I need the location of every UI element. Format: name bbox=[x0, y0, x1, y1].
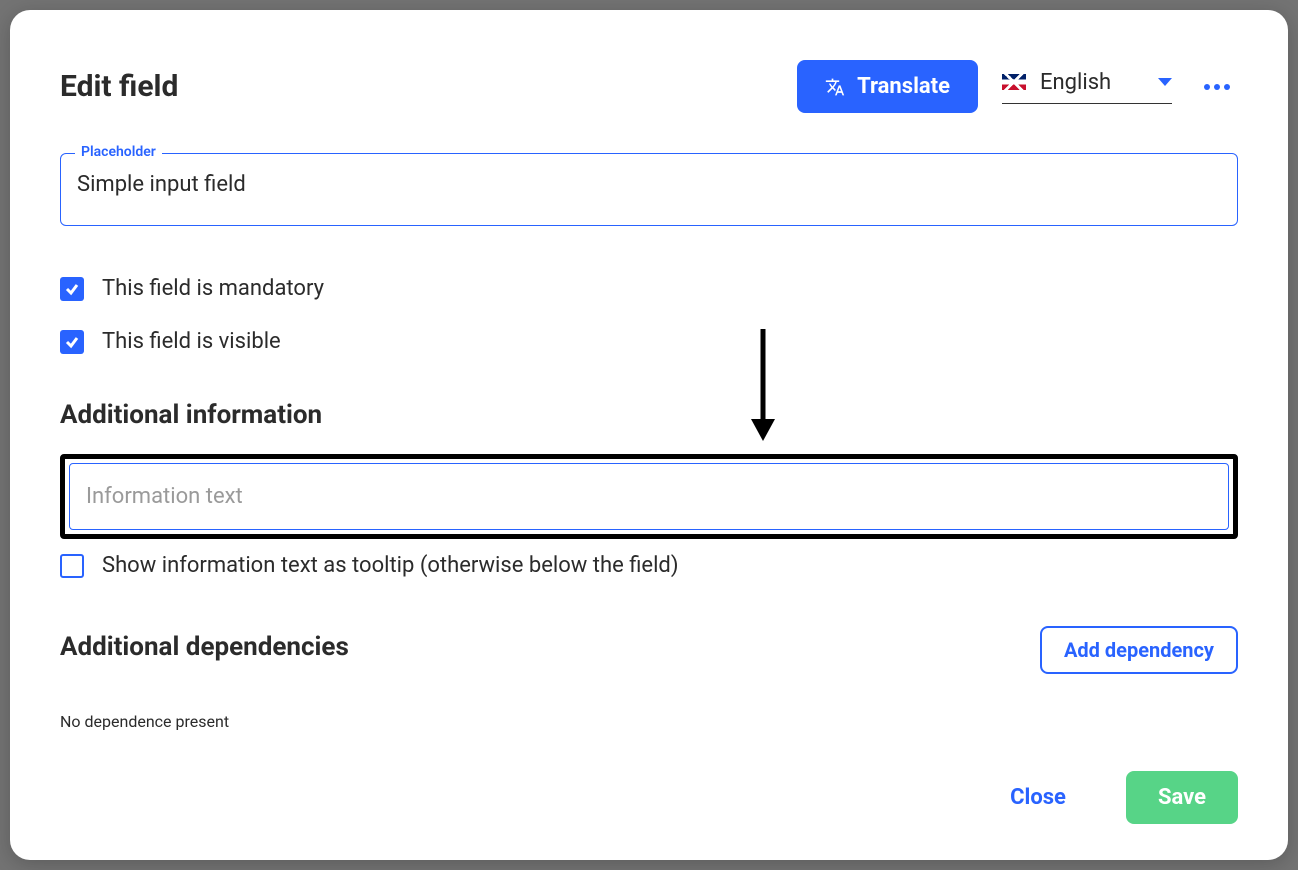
more-menu-button[interactable] bbox=[1196, 76, 1238, 98]
mandatory-label: This field is mandatory bbox=[102, 276, 324, 301]
uk-flag-icon bbox=[1002, 74, 1026, 90]
placeholder-field-wrap: Placeholder bbox=[60, 153, 1238, 226]
translate-button[interactable]: Translate bbox=[797, 60, 978, 113]
information-text-input[interactable] bbox=[69, 463, 1229, 530]
tooltip-label: Show information text as tooltip (otherw… bbox=[102, 553, 679, 578]
tooltip-row: Show information text as tooltip (otherw… bbox=[60, 553, 1238, 578]
check-icon bbox=[64, 281, 80, 297]
add-dependency-button[interactable]: Add dependency bbox=[1040, 626, 1238, 674]
placeholder-input[interactable] bbox=[77, 172, 1221, 197]
info-field-highlight bbox=[60, 454, 1238, 539]
chevron-down-icon bbox=[1158, 78, 1172, 86]
arrow-down-icon bbox=[748, 329, 778, 441]
placeholder-field-label: Placeholder bbox=[75, 144, 162, 160]
save-button[interactable]: Save bbox=[1126, 771, 1238, 824]
annotation-arrow bbox=[748, 329, 778, 445]
modal-header: Edit field Translate English bbox=[60, 60, 1238, 113]
additional-info-heading: Additional information bbox=[60, 400, 1238, 430]
modal-title: Edit field bbox=[60, 69, 178, 104]
dependencies-empty-text: No dependence present bbox=[60, 712, 1238, 731]
visible-label: This field is visible bbox=[102, 329, 281, 354]
modal-footer: Close Save bbox=[60, 731, 1238, 824]
language-label: English bbox=[1040, 70, 1144, 95]
mandatory-row: This field is mandatory bbox=[60, 276, 1238, 301]
translate-icon bbox=[825, 77, 845, 97]
tooltip-checkbox[interactable] bbox=[60, 554, 84, 578]
close-button[interactable]: Close bbox=[990, 773, 1086, 822]
dependencies-header-row: Additional dependencies Add dependency bbox=[60, 626, 1238, 674]
dependencies-heading: Additional dependencies bbox=[60, 632, 349, 662]
edit-field-modal: Edit field Translate English Placeholder bbox=[10, 10, 1288, 860]
check-icon bbox=[64, 334, 80, 350]
language-select[interactable]: English bbox=[1002, 70, 1172, 104]
dots-icon bbox=[1204, 84, 1210, 90]
translate-button-label: Translate bbox=[857, 74, 950, 99]
mandatory-checkbox[interactable] bbox=[60, 277, 84, 301]
visible-row: This field is visible bbox=[60, 329, 1238, 354]
header-actions: Translate English bbox=[797, 60, 1238, 113]
visible-checkbox[interactable] bbox=[60, 330, 84, 354]
